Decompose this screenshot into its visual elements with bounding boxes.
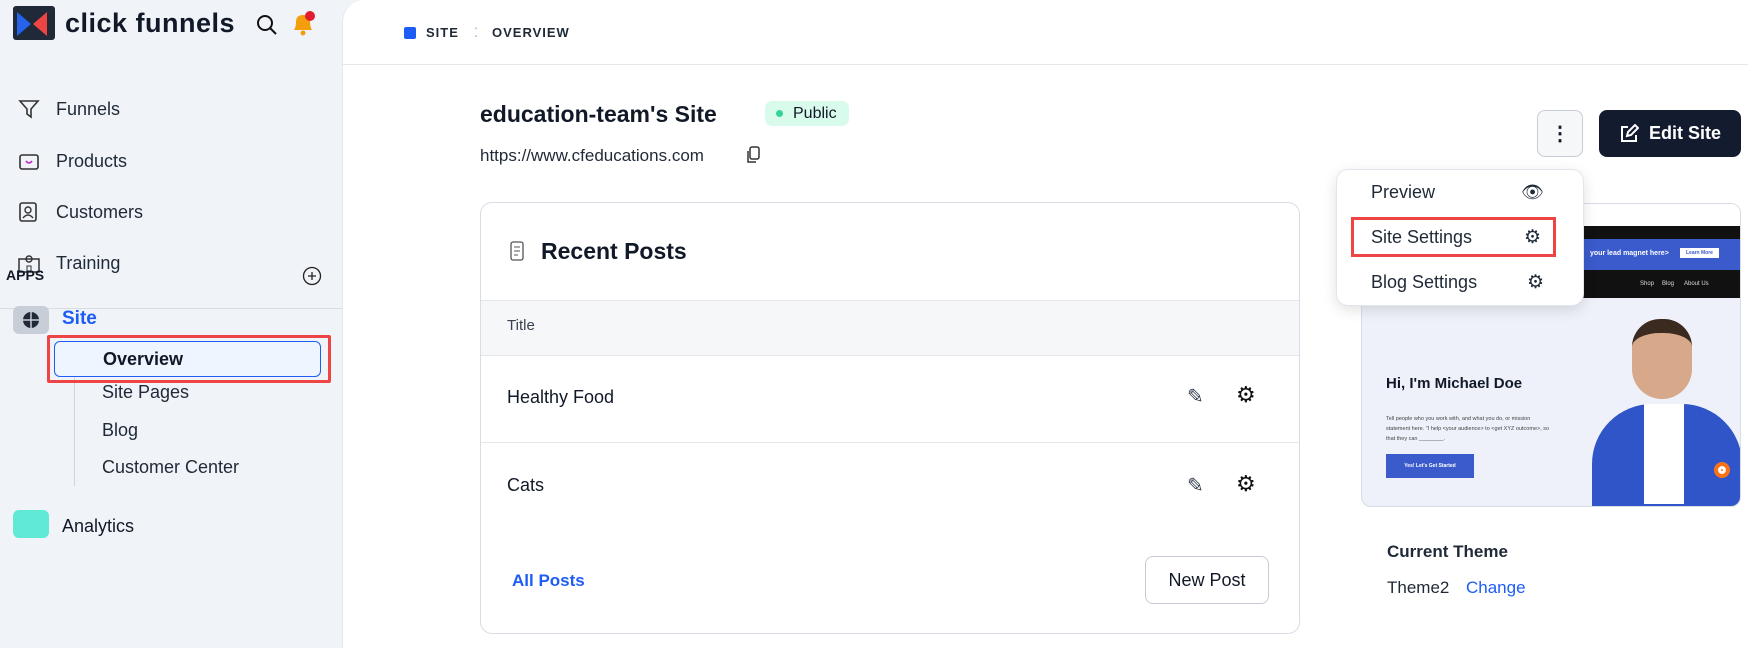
sidebar-item-label: Funnels <box>56 98 121 119</box>
page-title: education-team's Site <box>480 101 717 127</box>
site-icon <box>404 27 416 39</box>
main-content: SITE ⁚ OVERVIEW education-team's Site Pu… <box>342 0 1748 648</box>
preview-hero-title: Hi, I'm Michael Doe <box>1386 375 1523 392</box>
edit-pencil-icon[interactable]: ✎ <box>1187 384 1204 409</box>
status-text: Public <box>793 105 837 122</box>
header-divider <box>343 64 1748 65</box>
apps-heading: APPS <box>6 267 45 283</box>
eye-icon: 👁 <box>1521 181 1544 202</box>
preview-hero-text: Tell people who you work with, and what … <box>1386 416 1550 442</box>
menu-item-blog-settings[interactable]: Blog Settings ⚙ <box>1351 262 1556 302</box>
add-app-icon[interactable] <box>302 266 322 286</box>
gear-icon: ⚙ <box>1526 271 1544 293</box>
gear-icon: ⚙ <box>1523 226 1541 248</box>
analytics-app-icon <box>13 510 49 538</box>
edit-site-label: Edit Site <box>1648 123 1721 143</box>
all-posts-link[interactable]: All Posts <box>512 571 585 591</box>
clickfunnels-logo-icon <box>13 6 55 40</box>
breadcrumb-overview: OVERVIEW <box>492 25 570 40</box>
recent-posts-card: Recent Posts Title Healthy Food ✎ ⚙ Cats… <box>480 202 1300 634</box>
edit-pencil-icon[interactable]: ✎ <box>1187 473 1204 498</box>
copy-icon[interactable] <box>745 146 761 164</box>
chat-bubble-icon <box>1714 462 1730 478</box>
menu-label: Preview <box>1371 181 1436 202</box>
sidebar-item-analytics[interactable]: Analytics <box>62 516 134 537</box>
search-icon[interactable] <box>256 14 278 36</box>
sidebar-subitem-blog[interactable]: Blog <box>102 420 138 441</box>
table-row[interactable]: Cats ✎ ⚙ <box>481 442 1299 530</box>
funnel-icon <box>18 100 40 119</box>
product-box-icon <box>19 154 39 170</box>
change-theme-link[interactable]: Change <box>1466 578 1526 598</box>
preview-nav: Shop <box>1640 281 1655 287</box>
recent-posts-heading: Recent Posts <box>541 238 687 264</box>
sidebar-subitem-overview[interactable]: Overview <box>54 341 321 377</box>
sidebar-item-label: Training <box>56 252 121 273</box>
logo[interactable]: click funnels <box>13 6 235 40</box>
kebab-menu-icon: ⋮ <box>1550 123 1570 145</box>
table-row[interactable]: Healthy Food ✎ ⚙ <box>481 355 1299 442</box>
sidebar-item-site[interactable]: Site <box>62 308 97 330</box>
post-title[interactable]: Healthy Food <box>507 387 614 408</box>
preview-cta: Yes! Let's Get Started <box>1386 454 1474 478</box>
sidebar-subitem-site-pages[interactable]: Site Pages <box>102 382 189 403</box>
breadcrumb-site[interactable]: SITE <box>426 25 459 40</box>
sidebar-item-products[interactable]: Products <box>18 150 127 172</box>
preview-banner-button: Learn More <box>1680 248 1719 258</box>
notification-bell-icon[interactable] <box>290 10 316 36</box>
sidebar-subitem-customer-center[interactable]: Customer Center <box>102 457 239 478</box>
sidebar-item-funnels[interactable]: Funnels <box>18 98 120 120</box>
more-options-button[interactable]: ⋮ <box>1537 110 1583 157</box>
table-header: Title <box>481 300 1299 355</box>
edit-site-button[interactable]: Edit Site <box>1599 110 1741 157</box>
menu-label: Blog Settings <box>1371 271 1478 292</box>
column-title: Title <box>507 317 535 334</box>
sidebar: click funnels Funnels Products Customers… <box>0 0 342 648</box>
edit-icon <box>1620 123 1639 142</box>
breadcrumb-separator: ⁚ <box>474 25 479 40</box>
preview-nav: Blog <box>1662 281 1675 287</box>
site-app-icon <box>13 306 49 334</box>
new-post-button[interactable]: New Post <box>1145 556 1269 604</box>
sidebar-item-label: Products <box>56 150 128 171</box>
brand-name: click funnels <box>65 7 236 38</box>
menu-label: Site Settings <box>1371 226 1473 247</box>
tree-line <box>74 376 75 486</box>
gear-icon[interactable]: ⚙ <box>1236 382 1256 408</box>
contact-card-icon <box>19 202 37 222</box>
sidebar-item-customers[interactable]: Customers <box>18 201 143 223</box>
post-title[interactable]: Cats <box>507 475 544 496</box>
theme-name: Theme2 <box>1387 578 1450 597</box>
gear-icon[interactable]: ⚙ <box>1236 471 1256 497</box>
sidebar-item-label: Customers <box>56 201 144 222</box>
status-badge: Public <box>765 101 849 126</box>
preview-nav: About Us <box>1684 281 1709 287</box>
menu-item-preview[interactable]: Preview 👁 <box>1351 172 1556 212</box>
sidebar-divider <box>0 308 342 309</box>
site-options-menu: Preview 👁 Site Settings ⚙ Blog Settings ⚙ <box>1336 169 1584 306</box>
preview-banner-text: your lead magnet here> <box>1590 250 1669 257</box>
site-url[interactable]: https://www.cfeducations.com <box>480 146 704 166</box>
document-icon <box>510 241 524 261</box>
menu-item-site-settings[interactable]: Site Settings ⚙ <box>1351 217 1556 257</box>
current-theme-label: Current Theme <box>1387 542 1508 561</box>
